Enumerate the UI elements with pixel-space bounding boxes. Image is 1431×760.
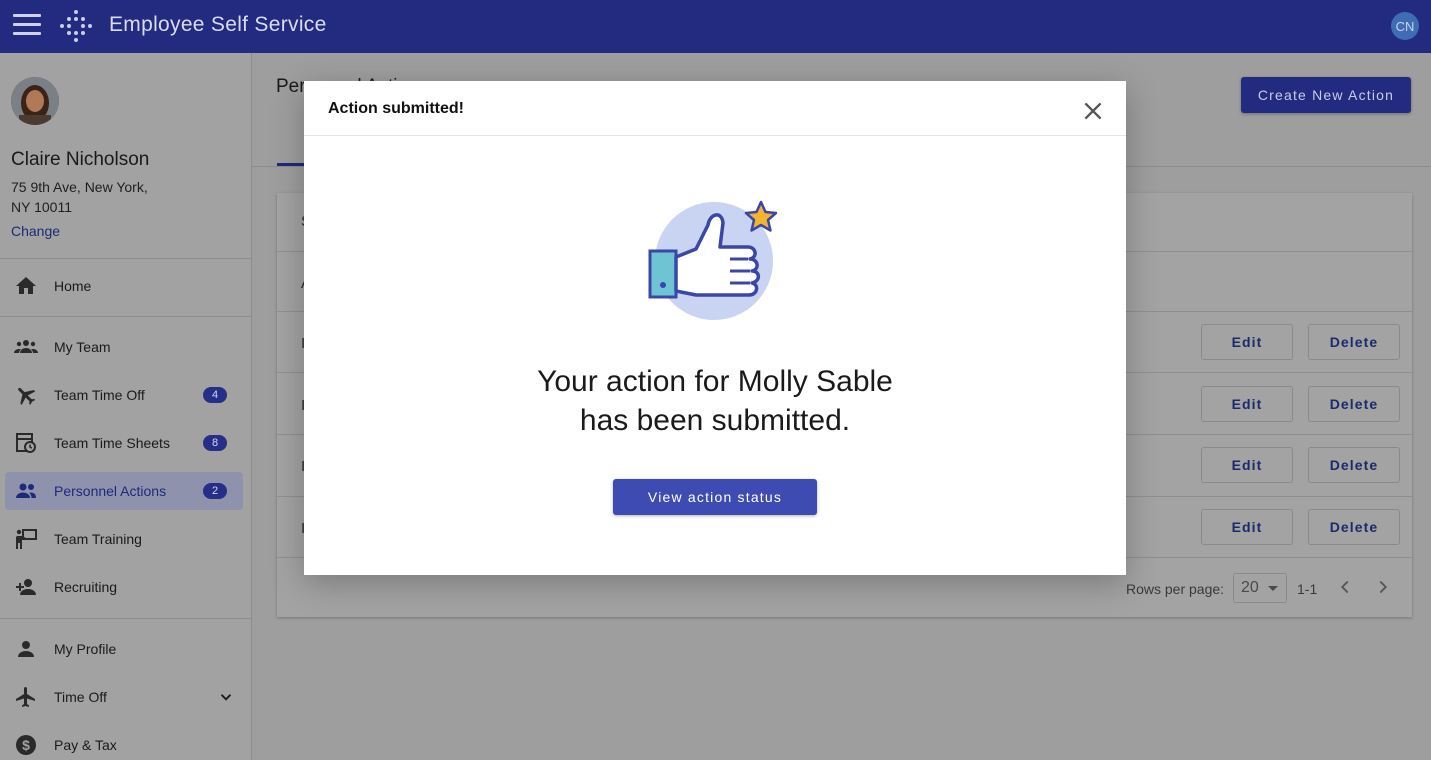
delete-button[interactable]: Delete: [1308, 447, 1400, 483]
people-icon: [16, 483, 36, 498]
close-icon[interactable]: [1080, 98, 1106, 124]
svg-text:$: $: [22, 737, 30, 753]
count-badge: 2: [203, 483, 227, 499]
delete-button[interactable]: Delete: [1308, 509, 1400, 545]
dialog-divider: [304, 135, 1126, 136]
page-range: 1-1: [1297, 581, 1318, 597]
sidebar-item-home[interactable]: Home: [5, 267, 243, 305]
sidebar-item-label: Time Off: [54, 689, 107, 705]
view-action-status-button[interactable]: View action status: [613, 479, 817, 515]
chevron-left-icon[interactable]: [1334, 576, 1356, 598]
change-address-link[interactable]: Change: [11, 223, 60, 239]
edit-button[interactable]: Edit: [1201, 447, 1293, 483]
rows-per-page-value: 20: [1241, 579, 1259, 596]
dollar-icon: $: [16, 735, 36, 755]
sidebar-item-label: Team Time Off: [54, 387, 145, 403]
confirmation-line2: has been submitted.: [579, 404, 851, 437]
user-address-line2: NY 10011: [11, 199, 72, 215]
sidebar-item-label: My Profile: [54, 641, 117, 657]
rows-per-page-label: Rows per page:: [1126, 581, 1225, 597]
edit-button[interactable]: Edit: [1201, 324, 1293, 360]
sidebar-item-label: Team Training: [54, 531, 142, 547]
app-bar: Employee Self Service CN: [0, 0, 1431, 53]
profile-photo: [11, 77, 59, 125]
user-avatar[interactable]: CN: [1391, 12, 1419, 40]
thumbs-up-star-icon: [648, 200, 778, 320]
sidebar-item-label: Team Time Sheets: [54, 435, 170, 451]
sidebar-item-label: Home: [54, 278, 92, 294]
confirmation-line1: Your action for Molly Sable: [537, 365, 893, 398]
home-icon: [16, 277, 36, 294]
action-submitted-dialog: Action submitted! Your action for Molly …: [304, 81, 1126, 575]
logo-icon: [60, 10, 92, 42]
sidebar: Claire Nicholson 75 9th Ave, New York, N…: [0, 53, 252, 760]
chevron-right-icon[interactable]: [1372, 576, 1394, 598]
app-title: Employee Self Service: [109, 13, 327, 36]
user-name: Claire Nicholson: [11, 149, 150, 170]
sidebar-divider: [0, 618, 251, 619]
sidebar-item-label: Recruiting: [54, 579, 118, 595]
sidebar-item-time-off[interactable]: Time Off: [5, 678, 243, 716]
sidebar-item-team-time-off[interactable]: Team Time Off 4: [5, 376, 243, 414]
add-person-icon: [16, 579, 36, 595]
rows-per-page-select[interactable]: 20: [1233, 573, 1287, 603]
airplane-icon: [18, 387, 36, 405]
edit-button[interactable]: Edit: [1201, 509, 1293, 545]
sidebar-item-label: Pay & Tax: [54, 737, 117, 753]
create-new-action-button[interactable]: Create New Action: [1241, 77, 1411, 113]
delete-button[interactable]: Delete: [1308, 324, 1400, 360]
confirmation-message: Your action for Molly Sable has been sub…: [304, 362, 1126, 440]
caret-down-icon: [1268, 586, 1278, 591]
training-icon: [16, 529, 37, 549]
group-icon: [14, 340, 38, 353]
timesheet-icon: [16, 433, 36, 453]
count-badge: 8: [203, 435, 227, 451]
sidebar-item-my-team[interactable]: My Team: [5, 328, 243, 366]
sidebar-item-team-training[interactable]: Team Training: [5, 520, 243, 558]
count-badge: 4: [203, 387, 227, 403]
user-address-line1: 75 9th Ave, New York,: [11, 179, 148, 195]
sidebar-item-team-time-sheets[interactable]: Team Time Sheets 8: [5, 424, 243, 462]
sidebar-divider: [0, 316, 251, 317]
sidebar-item-personnel-actions[interactable]: Personnel Actions 2: [5, 472, 243, 510]
delete-button[interactable]: Delete: [1308, 386, 1400, 422]
dialog-title: Action submitted!: [328, 100, 464, 117]
sidebar-item-label: Personnel Actions: [54, 483, 167, 499]
edit-button[interactable]: Edit: [1201, 386, 1293, 422]
sidebar-item-my-profile[interactable]: My Profile: [5, 630, 243, 668]
menu-icon[interactable]: [13, 14, 41, 36]
sidebar-item-recruiting[interactable]: Recruiting: [5, 568, 243, 606]
sidebar-item-pay-tax[interactable]: $ Pay & Tax: [5, 726, 243, 760]
person-icon: [18, 641, 34, 657]
airplane-icon: [16, 687, 35, 707]
chevron-down-icon[interactable]: [217, 688, 235, 706]
sidebar-divider: [0, 258, 251, 259]
sidebar-item-label: My Team: [54, 339, 111, 355]
